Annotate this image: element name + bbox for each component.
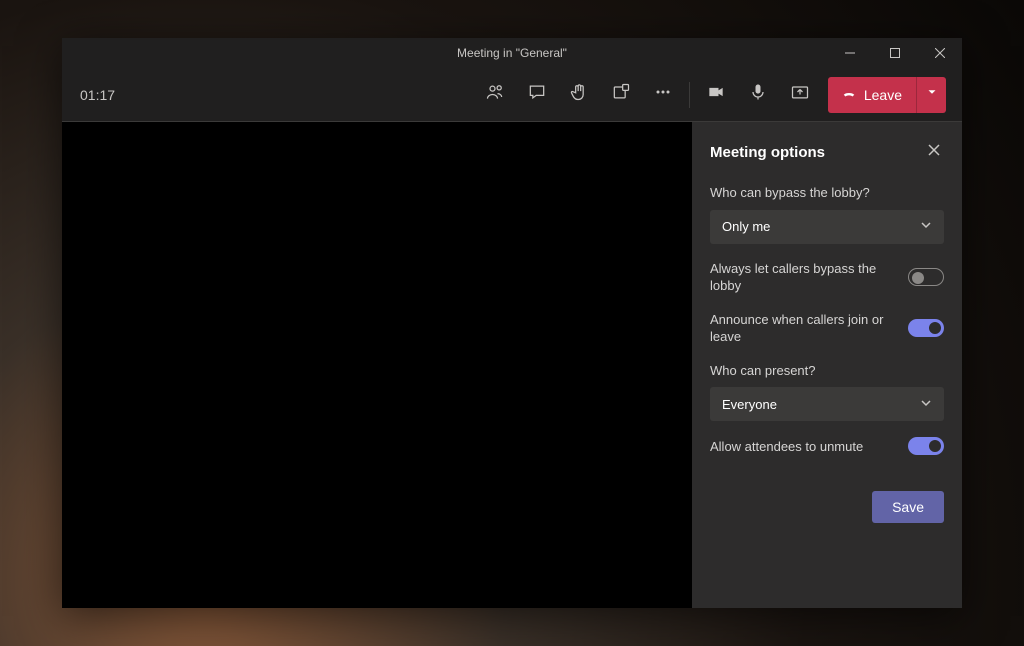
window-title: Meeting in "General" [457, 46, 567, 60]
meeting-options-panel: Meeting options Who can bypass the lobby… [692, 122, 962, 608]
unmute-toggle[interactable] [908, 437, 944, 455]
field-bypass-lobby: Who can bypass the lobby? Only me [710, 184, 944, 244]
leave-button[interactable]: Leave [828, 77, 916, 113]
video-stage [62, 122, 692, 608]
people-icon [485, 82, 505, 107]
meeting-window: Meeting in "General" 01:17 [62, 38, 962, 608]
present-select[interactable]: Everyone [710, 387, 944, 421]
breakout-rooms-button[interactable] [601, 75, 641, 115]
callers-bypass-label: Always let callers bypass the lobby [710, 260, 896, 295]
hand-icon [569, 82, 589, 107]
leave-options-button[interactable] [916, 77, 946, 113]
field-callers-bypass: Always let callers bypass the lobby [710, 260, 944, 295]
announce-label: Announce when callers join or leave [710, 311, 896, 346]
maximize-button[interactable] [872, 38, 917, 68]
participants-button[interactable] [475, 75, 515, 115]
share-screen-button[interactable] [780, 75, 820, 115]
bypass-lobby-label: Who can bypass the lobby? [710, 184, 944, 202]
rooms-icon [611, 82, 631, 107]
chevron-down-icon [925, 85, 939, 104]
save-row: Save [710, 491, 944, 523]
bypass-lobby-value: Only me [722, 219, 770, 234]
present-value: Everyone [722, 397, 777, 412]
microphone-button[interactable] [738, 75, 778, 115]
field-announce: Announce when callers join or leave [710, 311, 944, 346]
panel-title: Meeting options [710, 144, 825, 161]
close-icon [928, 143, 940, 161]
leave-control: Leave [828, 77, 946, 113]
chat-icon [527, 82, 547, 107]
panel-close-button[interactable] [922, 140, 946, 164]
save-label: Save [892, 499, 924, 515]
toolbar-divider [689, 82, 690, 108]
chat-button[interactable] [517, 75, 557, 115]
raise-hand-button[interactable] [559, 75, 599, 115]
toolbar-media-group [696, 75, 820, 115]
call-timer: 01:17 [80, 87, 115, 103]
panel-body: Who can bypass the lobby? Only me Always… [692, 178, 962, 523]
announce-toggle[interactable] [908, 319, 944, 337]
titlebar: Meeting in "General" [62, 38, 962, 68]
bypass-lobby-select[interactable]: Only me [710, 210, 944, 244]
panel-header: Meeting options [692, 122, 962, 178]
minimize-button[interactable] [827, 38, 872, 68]
close-window-button[interactable] [917, 38, 962, 68]
unmute-label: Allow attendees to unmute [710, 438, 896, 456]
field-present: Who can present? Everyone [710, 362, 944, 422]
ellipsis-icon [653, 82, 673, 107]
callers-bypass-toggle[interactable] [908, 268, 944, 286]
meeting-toolbar: 01:17 [62, 68, 962, 122]
field-unmute: Allow attendees to unmute [710, 437, 944, 455]
toolbar-center-group [475, 75, 683, 115]
hangup-icon [842, 86, 856, 103]
more-actions-button[interactable] [643, 75, 683, 115]
window-controls [827, 38, 962, 68]
leave-label: Leave [864, 87, 902, 103]
microphone-icon [748, 82, 768, 107]
content-area: Meeting options Who can bypass the lobby… [62, 122, 962, 608]
chevron-down-icon [920, 397, 932, 412]
save-button[interactable]: Save [872, 491, 944, 523]
share-icon [790, 82, 810, 107]
camera-icon [706, 82, 726, 107]
present-label: Who can present? [710, 362, 944, 380]
chevron-down-icon [920, 219, 932, 234]
camera-button[interactable] [696, 75, 736, 115]
